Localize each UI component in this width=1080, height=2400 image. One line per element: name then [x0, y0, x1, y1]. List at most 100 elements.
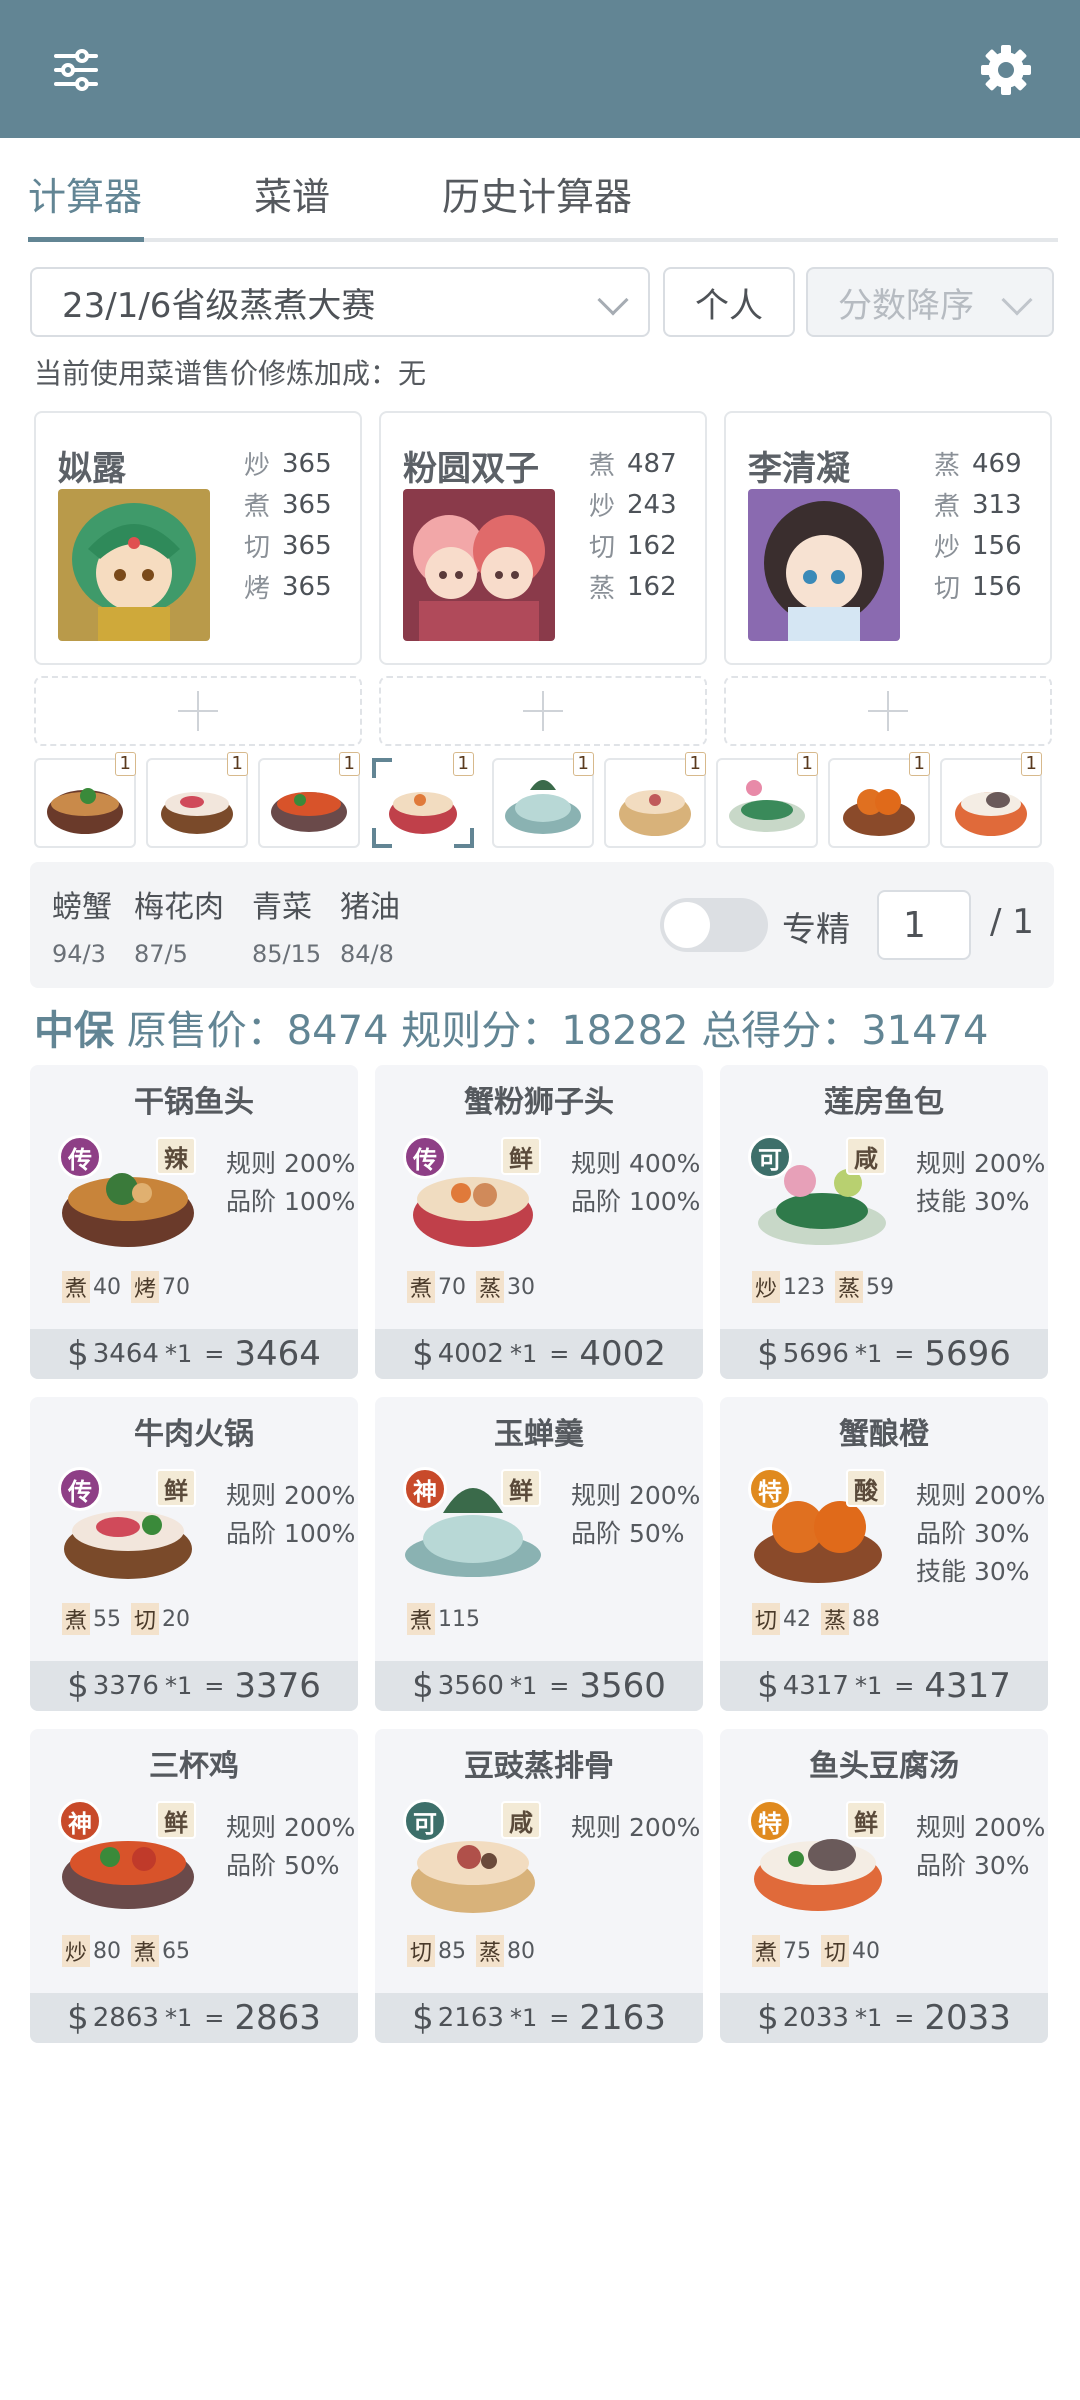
- skill-requirement: 蒸 59: [835, 1271, 894, 1303]
- dish-thumb[interactable]: 1: [146, 752, 248, 848]
- dish-thumb[interactable]: 1: [34, 752, 136, 848]
- currency-icon: $: [67, 1666, 89, 1706]
- equals-sign: =: [204, 2004, 225, 2032]
- chef-card[interactable]: 姒露 炒 365 煮 365 切 365 烤 365: [34, 411, 362, 665]
- recipe-card[interactable]: 莲房鱼包 可 咸 规则 200% 技能 30% 炒 123 蒸 59 $ 5696 *1…: [720, 1065, 1048, 1379]
- recipe-rule: 规则 200%: [226, 1481, 356, 1510]
- dish-thumb[interactable]: 1: [604, 752, 706, 848]
- multiplier: *1: [854, 1672, 883, 1700]
- currency-icon: $: [67, 1998, 89, 2038]
- recipe-rule: 品阶 100%: [226, 1519, 356, 1548]
- recipe-card[interactable]: 牛肉火锅 传 鲜 规则 200% 品阶 100% 煮 55 切 20 $ 3376 *1…: [30, 1397, 358, 1711]
- base-price: 4317: [782, 1671, 849, 1701]
- recipe-name: 三杯鸡: [149, 1749, 239, 1784]
- skill-requirement: 煮 55: [62, 1603, 121, 1635]
- multiplier: *1: [509, 1672, 538, 1700]
- chevron-down-icon: [597, 284, 629, 316]
- selection-corner: [454, 828, 474, 848]
- sort-select[interactable]: 分数降序: [806, 267, 1054, 337]
- app-header: [0, 0, 1080, 138]
- multiplier: *1: [509, 2004, 538, 2032]
- dish-thumb[interactable]: 1: [828, 752, 930, 848]
- equals-sign: =: [894, 2004, 915, 2032]
- dish-thumb[interactable]: 1: [940, 752, 1042, 848]
- skill-type: 切: [752, 1603, 781, 1635]
- skill-amount: 30: [507, 1274, 536, 1300]
- skill-type: 煮: [934, 492, 961, 522]
- multiplier: *1: [854, 1340, 883, 1368]
- skill-type: 切: [131, 1603, 160, 1635]
- ingredient-name: 梅花肉: [134, 890, 224, 925]
- skill-requirement: 蒸 30: [476, 1271, 535, 1303]
- recipe-rule: 规则 200%: [916, 1481, 1046, 1510]
- chef-avatar: [748, 489, 900, 641]
- recipe-card[interactable]: 干锅鱼头 传 辣 规则 200% 品阶 100% 煮 40 烤 70 $ 3464 *1…: [30, 1065, 358, 1379]
- skill-type: 蒸: [821, 1603, 850, 1635]
- specialty-label: 专精: [782, 910, 850, 950]
- dish-thumb[interactable]: 1: [716, 752, 818, 848]
- add-slot-button[interactable]: [724, 676, 1052, 746]
- add-slot-button[interactable]: [34, 676, 362, 746]
- skill-type: 煮: [589, 451, 616, 481]
- skill-type: 炒: [589, 492, 616, 522]
- skill-type: 切: [407, 1935, 436, 1967]
- ingredient-item: 青菜 85/15: [252, 882, 321, 968]
- recipe-card[interactable]: 鱼头豆腐汤 特 鲜 规则 200% 品阶 30% 煮 75 切 40 $ 2033 *1…: [720, 1729, 1048, 2043]
- skill-amount: 55: [93, 1606, 122, 1632]
- skill-value: 162: [627, 530, 677, 561]
- multiplier: *1: [164, 2004, 193, 2032]
- recipe-card[interactable]: 玉蝉羹 神 鲜 规则 200% 品阶 50% 煮 115 $ 3560 *1 = 3…: [375, 1397, 703, 1711]
- chef-card[interactable]: 李清凝 蒸 469 煮 313 炒 156 切 156: [724, 411, 1052, 665]
- recipe-rule: 规则 200%: [571, 1813, 701, 1842]
- skill-amount: 85: [438, 1938, 467, 1964]
- skill-requirements: 煮 55 切 20: [62, 1603, 190, 1635]
- tab-history-calculator[interactable]: 历史计算器: [442, 166, 632, 221]
- settings-button[interactable]: [966, 30, 1046, 110]
- dish-thumb-selected[interactable]: 1: [372, 752, 474, 848]
- recipe-name: 玉蝉羹: [494, 1417, 584, 1452]
- skill-requirement: 烤 70: [131, 1271, 190, 1303]
- ingredient-name: 青菜: [252, 890, 312, 925]
- flavor-tag: 辣: [156, 1137, 196, 1175]
- specialty-count-input[interactable]: 1: [877, 890, 971, 960]
- contest-select[interactable]: 23/1/6省级蒸煮大赛: [30, 267, 650, 337]
- filter-button[interactable]: [36, 30, 116, 110]
- recipe-name: 莲房鱼包: [824, 1085, 944, 1120]
- recipe-card[interactable]: 蟹酿橙 特 酸 规则 200% 品阶 30% 技能 30% 切 42 蒸 88 $ 431…: [720, 1397, 1048, 1711]
- skill-requirement: 煮 115: [407, 1603, 480, 1635]
- recipe-name: 鱼头豆腐汤: [809, 1749, 959, 1784]
- skill-value: 243: [627, 489, 677, 520]
- recipe-rules: 规则 200% 品阶 50%: [571, 1477, 700, 1553]
- price-bar: $ 3560 *1 = 3560: [375, 1661, 703, 1711]
- chef-skills: 煮 487 炒 243 切 162 蒸 162: [589, 443, 699, 607]
- skill-requirement: 切 40: [821, 1935, 880, 1967]
- rarity-badge: 可: [403, 1799, 447, 1843]
- tab-recipes[interactable]: 菜谱: [254, 166, 330, 221]
- skill-requirements: 煮 40 烤 70: [62, 1271, 190, 1303]
- skill-requirement: 切 85: [407, 1935, 466, 1967]
- recipe-card[interactable]: 豆豉蒸排骨 可 咸 规则 200% 切 85 蒸 80 $ 2163 *1 = 216…: [375, 1729, 703, 2043]
- dish-count: 1: [452, 752, 474, 776]
- flavor-tag: 鲜: [156, 1801, 196, 1839]
- currency-icon: $: [757, 1666, 779, 1706]
- dish-thumb[interactable]: 1: [492, 752, 594, 848]
- chef-card[interactable]: 粉圆双子 煮 487 炒 243 切 162 蒸 162: [379, 411, 707, 665]
- price-bar: $ 3376 *1 = 3376: [30, 1661, 358, 1711]
- mode-button[interactable]: 个人: [663, 267, 795, 337]
- active-tab-indicator: [28, 237, 144, 242]
- skill-value: 469: [972, 448, 1022, 479]
- tab-calculator[interactable]: 计算器: [28, 166, 142, 221]
- recipe-rules: 规则 200% 品阶 50%: [226, 1809, 355, 1885]
- add-slot-button[interactable]: [379, 676, 707, 746]
- currency-icon: $: [412, 1334, 434, 1374]
- specialty-toggle[interactable]: [660, 898, 768, 952]
- skill-type: 炒: [934, 533, 961, 563]
- dish-thumb[interactable]: 1: [258, 752, 360, 848]
- dish-count: 1: [1020, 752, 1042, 776]
- recipe-card[interactable]: 三杯鸡 神 鲜 规则 200% 品阶 50% 炒 80 煮 65 $ 2863 *1 =…: [30, 1729, 358, 2043]
- recipe-card[interactable]: 蟹粉狮子头 传 鲜 规则 400% 品阶 100% 煮 70 蒸 30 $ 4002 *…: [375, 1065, 703, 1379]
- contest-select-value: 23/1/6省级蒸煮大赛: [62, 285, 376, 326]
- recipe-name: 干锅鱼头: [134, 1085, 254, 1120]
- ingredient-item: 梅花肉 87/5: [134, 882, 224, 968]
- recipe-rule: 规则 200%: [571, 1481, 701, 1510]
